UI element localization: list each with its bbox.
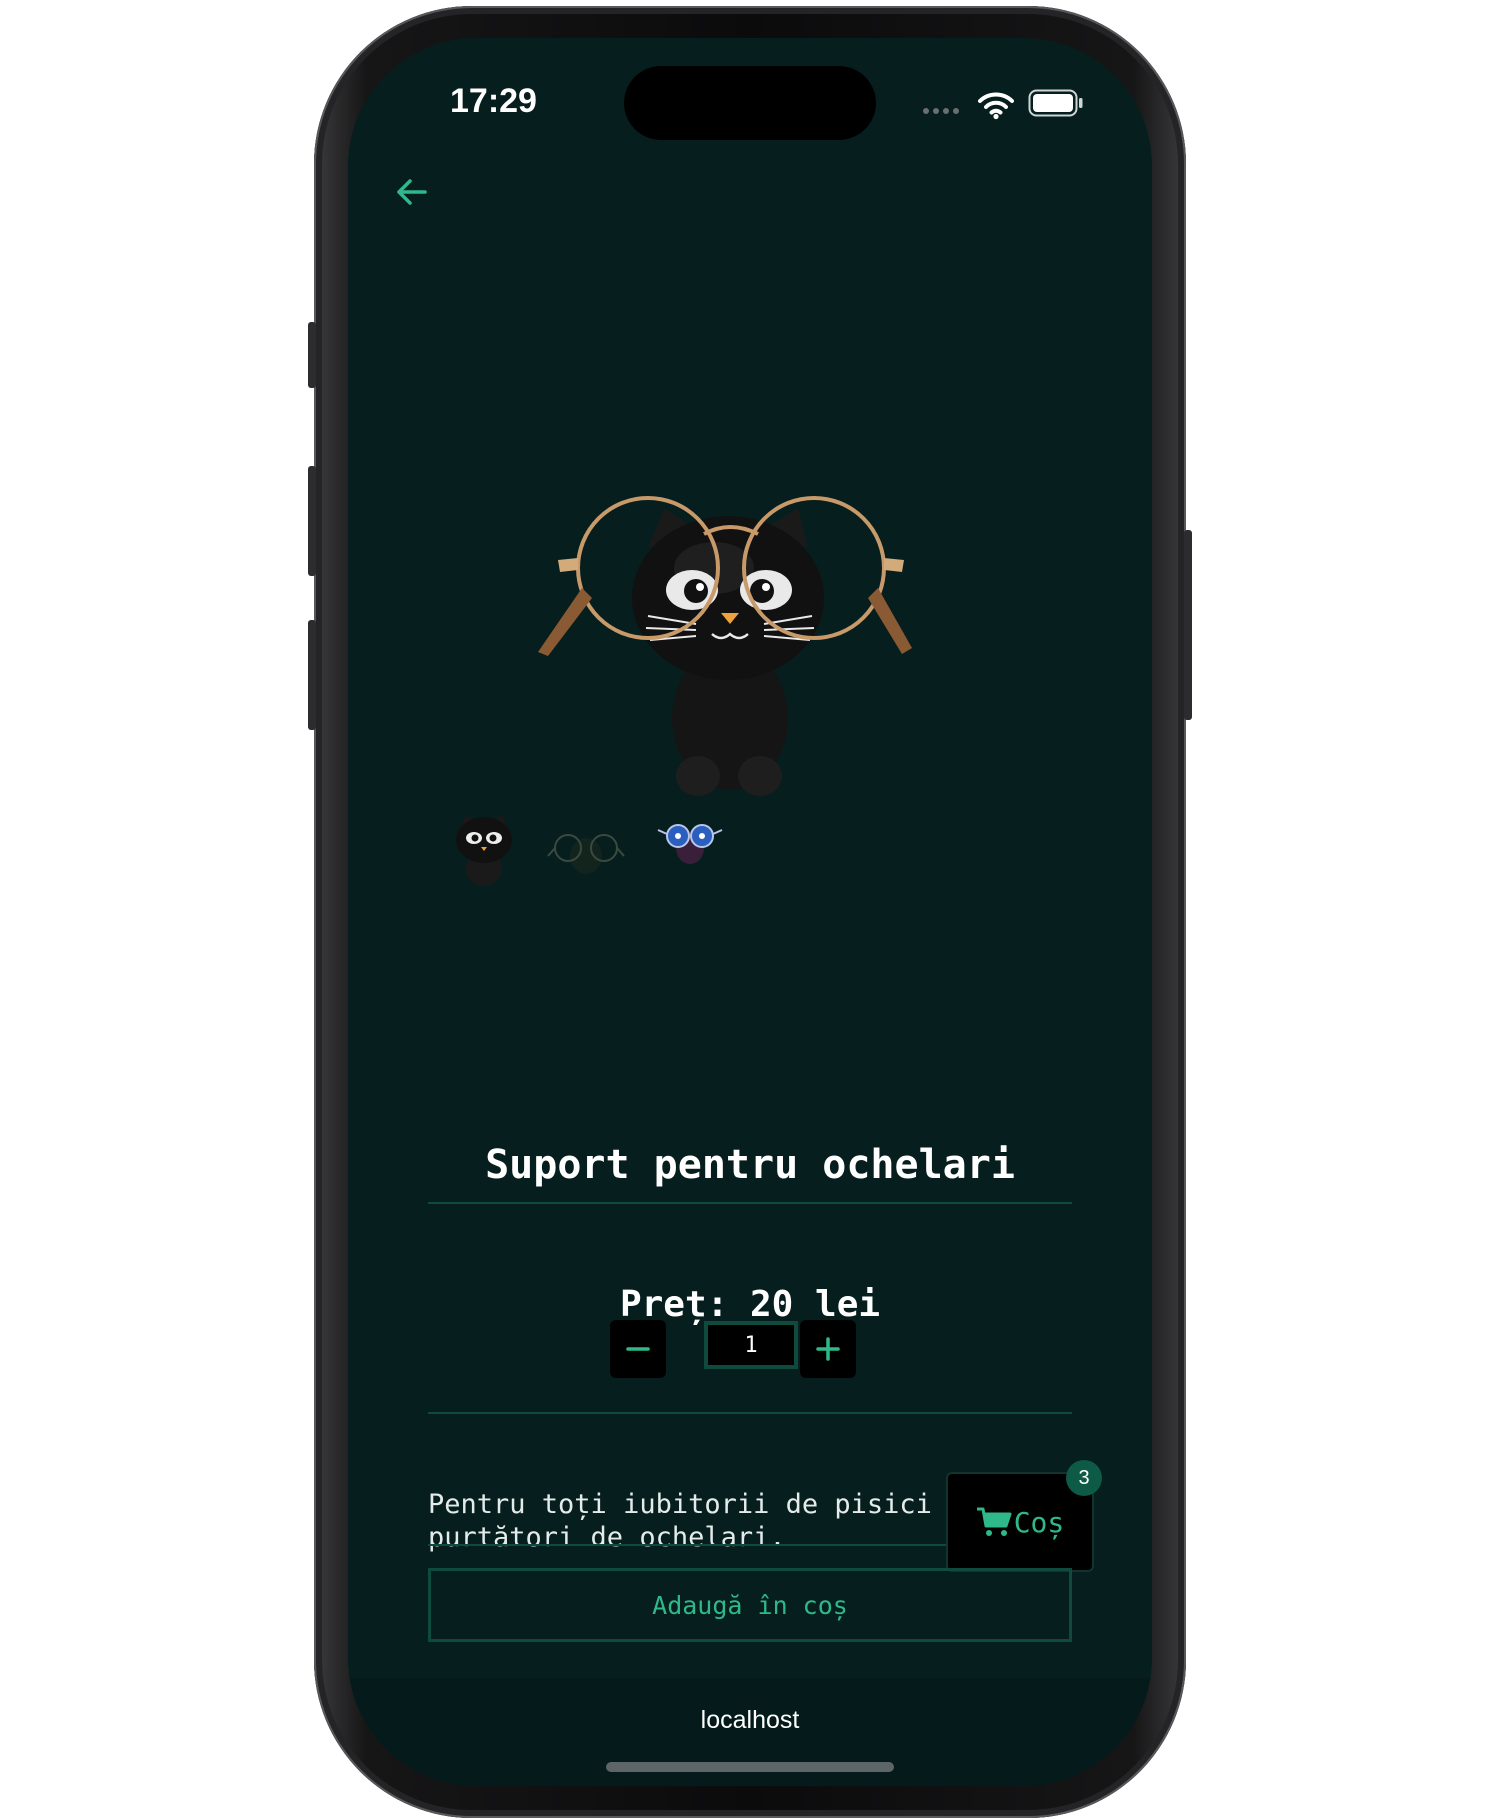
product-thumbnail-3[interactable] [648,800,732,884]
home-indicator[interactable] [606,1762,894,1772]
volume-down-button [308,620,316,730]
power-button [1184,530,1192,720]
address-text: localhost [700,1706,800,1734]
battery-icon [1028,89,1083,117]
description-line-1: Pentru toți iubitorii de pisici [428,1489,932,1520]
product-thumbnail-1[interactable] [442,806,526,890]
back-button[interactable] [388,168,436,216]
quantity-increase-button[interactable] [800,1320,856,1378]
cart-count-badge: 3 [1066,1460,1102,1496]
volume-up-button [308,466,316,576]
action-button [308,322,316,388]
wifi-icon [978,92,1014,120]
browser-address-bar[interactable]: localhost [348,1678,1152,1786]
minus-icon [626,1347,650,1351]
product-title: Suport pentru ochelari [485,1142,1015,1188]
product-thumbnail-2[interactable] [544,808,628,892]
description-line-2: purtători de ochelari. [428,1522,786,1553]
cellular-signal-icon [923,108,959,114]
status-time: 17:29 [450,82,537,120]
quantity-input[interactable] [704,1321,798,1369]
arrow-left-icon [397,179,427,205]
plus-icon [816,1337,840,1361]
phone-screen: 17:29 Suport pentru ochelari Preț: 20 le… [348,38,1152,1786]
product-price: Preț: 20 lei [619,1284,881,1325]
dynamic-island [624,66,876,140]
cart-label: Coș [1013,1505,1065,1539]
quantity-divider [428,1412,1072,1414]
title-divider [428,1202,1072,1204]
add-to-cart-button[interactable]: Adaugă în coș [428,1568,1072,1642]
quantity-decrease-button[interactable] [610,1320,666,1378]
shopping-cart-icon [976,1507,1012,1536]
product-main-image [538,496,912,796]
